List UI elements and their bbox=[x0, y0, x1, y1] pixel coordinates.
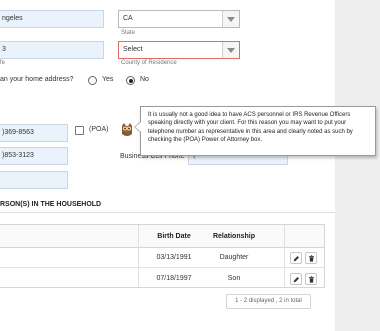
section-title-household: RSON(S) IN THE HOUSEHOLD bbox=[0, 201, 102, 208]
county-value: Select bbox=[123, 46, 143, 53]
city-input[interactable]: ngeles bbox=[0, 10, 104, 28]
phone-value-1: )369-8563 bbox=[2, 129, 34, 136]
zip-input[interactable]: 3 bbox=[0, 41, 104, 59]
radio-yes[interactable] bbox=[88, 76, 97, 85]
poa-checkbox[interactable] bbox=[75, 126, 84, 135]
phone-input-1[interactable]: )369-8563 bbox=[0, 124, 68, 142]
state-select[interactable]: CA bbox=[118, 10, 240, 28]
right-side-panel bbox=[335, 0, 380, 331]
radio-no[interactable] bbox=[126, 76, 135, 85]
city-value: ngeles bbox=[2, 15, 23, 22]
delete-button[interactable] bbox=[305, 252, 317, 264]
radio-no-label: No bbox=[140, 76, 149, 83]
section-divider bbox=[0, 212, 335, 213]
tooltip-text: It is usually not a good idea to have AC… bbox=[148, 112, 353, 144]
poa-label: (POA) bbox=[89, 126, 109, 133]
edit-button[interactable] bbox=[290, 252, 302, 264]
relationship-cell: Son bbox=[227, 275, 241, 282]
edit-button[interactable] bbox=[290, 273, 302, 285]
relationship-cell: Daughter bbox=[219, 254, 249, 261]
table-row: 07/18/1997 Son bbox=[0, 268, 324, 288]
column-header-relationship[interactable]: Relationship bbox=[180, 233, 288, 240]
poa-tooltip: It is usually not a good idea to have AC… bbox=[134, 106, 376, 156]
phone-input-3[interactable] bbox=[0, 171, 68, 189]
trash-icon bbox=[309, 255, 314, 262]
state-label: State bbox=[121, 30, 136, 36]
form-area: ngeles CA State 3 fe Select County of Re… bbox=[0, 0, 335, 331]
delete-button[interactable] bbox=[305, 273, 317, 285]
phone-value-2: )853-3123 bbox=[2, 152, 34, 159]
owl-icon[interactable] bbox=[120, 122, 134, 138]
trash-icon bbox=[309, 276, 314, 283]
county-label: County of Residence bbox=[121, 60, 177, 66]
table-row: 03/13/1991 Daughter bbox=[0, 247, 324, 268]
county-select[interactable]: Select bbox=[118, 41, 240, 59]
pencil-icon bbox=[293, 256, 299, 262]
table-header: Birth Date Relationship bbox=[0, 225, 324, 248]
address-question: an your home address? bbox=[0, 76, 74, 83]
pagination-summary: 1 - 2 displayed , 2 in total bbox=[226, 294, 311, 309]
zip-value: 3 bbox=[2, 46, 6, 53]
zip-label-fragment: fe bbox=[0, 60, 6, 66]
pencil-icon bbox=[293, 277, 299, 283]
phone-input-2[interactable]: )853-3123 bbox=[0, 147, 68, 165]
chevron-down-icon[interactable] bbox=[222, 11, 239, 27]
radio-yes-label: Yes bbox=[102, 76, 114, 83]
household-table: Birth Date Relationship 03/13/1991 Daugh… bbox=[0, 224, 325, 288]
state-value: CA bbox=[123, 15, 133, 22]
chevron-down-icon[interactable] bbox=[222, 42, 239, 58]
